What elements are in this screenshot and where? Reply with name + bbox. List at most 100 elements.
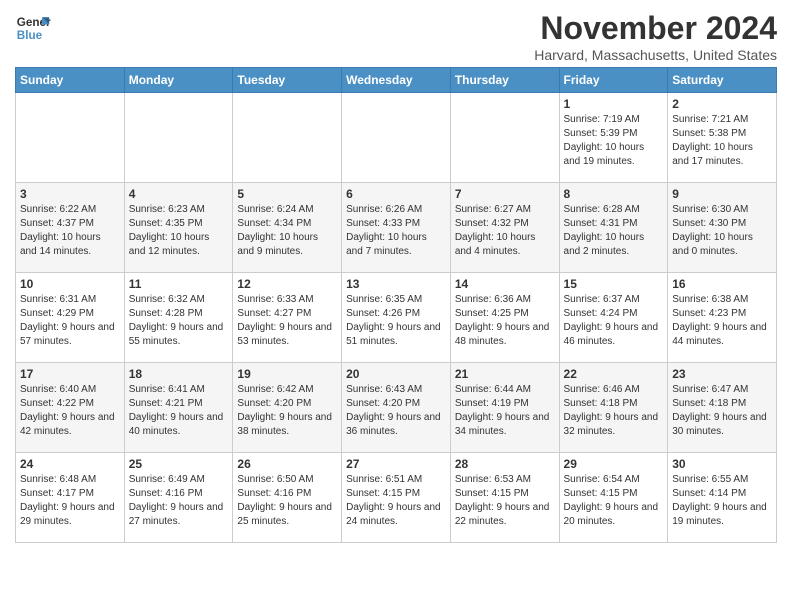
- calendar-cell: 5 Sunrise: 6:24 AM Sunset: 4:34 PM Daylig…: [233, 183, 342, 273]
- logo: General Blue: [15, 10, 51, 46]
- day-number: 24: [20, 457, 120, 471]
- day-number: 11: [129, 277, 229, 291]
- day-info: Sunrise: 6:53 AM Sunset: 4:15 PM Dayligh…: [455, 473, 555, 529]
- day-info: Sunrise: 6:50 AM Sunset: 4:16 PM Dayligh…: [237, 473, 337, 529]
- calendar-cell: 15 Sunrise: 6:37 AM Sunset: 4:24 PM Dayli…: [559, 273, 668, 363]
- day-info: Sunrise: 6:24 AM Sunset: 4:34 PM Dayligh…: [237, 203, 337, 259]
- day-info: Sunrise: 7:19 AM Sunset: 5:39 PM Dayligh…: [564, 113, 664, 169]
- day-info: Sunrise: 6:23 AM Sunset: 4:35 PM Dayligh…: [129, 203, 229, 259]
- day-number: 8: [564, 187, 664, 201]
- calendar-cell: 19Sunrise: 6:42 AM Sunset: 4:20 PM Dayli…: [233, 363, 342, 453]
- day-number: 13: [346, 277, 446, 291]
- calendar-cell: [124, 93, 233, 183]
- header-tuesday: Tuesday: [233, 68, 342, 93]
- day-number: 16: [672, 277, 772, 291]
- day-info: Sunrise: 7:21 AM Sunset: 5:38 PM Dayligh…: [672, 113, 772, 169]
- calendar-cell: 12 Sunrise: 6:33 AM Sunset: 4:27 PM Dayli…: [233, 273, 342, 363]
- day-number: 3: [20, 187, 120, 201]
- calendar-cell: 25 Sunrise: 6:49 AM Sunset: 4:16 PM Dayli…: [124, 453, 233, 543]
- day-number: 2: [672, 97, 772, 111]
- location-title: Harvard, Massachusetts, United States: [534, 47, 777, 63]
- calendar-cell: 26 Sunrise: 6:50 AM Sunset: 4:16 PM Dayli…: [233, 453, 342, 543]
- day-number: 15: [564, 277, 664, 291]
- header-thursday: Thursday: [450, 68, 559, 93]
- day-info: Sunrise: 6:30 AM Sunset: 4:30 PM Dayligh…: [672, 203, 772, 259]
- header-row: Sunday Monday Tuesday Wednesday Thursday…: [16, 68, 777, 93]
- calendar-cell: 21 Sunrise: 6:44 AM Sunset: 4:19 PM Dayli…: [450, 363, 559, 453]
- header-wednesday: Wednesday: [342, 68, 451, 93]
- day-info: Sunrise: 6:51 AM Sunset: 4:15 PM Dayligh…: [346, 473, 446, 529]
- calendar-cell: 14 Sunrise: 6:36 AM Sunset: 4:25 PM Dayli…: [450, 273, 559, 363]
- day-number: 14: [455, 277, 555, 291]
- day-info: Sunrise: 6:35 AM Sunset: 4:26 PM Dayligh…: [346, 293, 446, 349]
- day-number: 26: [237, 457, 337, 471]
- calendar-cell: 18Sunrise: 6:41 AM Sunset: 4:21 PM Dayli…: [124, 363, 233, 453]
- calendar-cell: 11 Sunrise: 6:32 AM Sunset: 4:28 PM Dayli…: [124, 273, 233, 363]
- svg-text:Blue: Blue: [17, 29, 43, 42]
- calendar-cell: 7Sunrise: 6:27 AM Sunset: 4:32 PM Daylig…: [450, 183, 559, 273]
- day-number: 10: [20, 277, 120, 291]
- day-info: Sunrise: 6:46 AM Sunset: 4:18 PM Dayligh…: [564, 383, 664, 439]
- calendar-cell: 23Sunrise: 6:47 AM Sunset: 4:18 PM Dayli…: [668, 363, 777, 453]
- day-info: Sunrise: 6:31 AM Sunset: 4:29 PM Dayligh…: [20, 293, 120, 349]
- day-number: 21: [455, 367, 555, 381]
- day-number: 7: [455, 187, 555, 201]
- title-block: November 2024 Harvard, Massachusetts, Un…: [534, 10, 777, 63]
- day-info: Sunrise: 6:32 AM Sunset: 4:28 PM Dayligh…: [129, 293, 229, 349]
- page-header: General Blue November 2024 Harvard, Mass…: [15, 10, 777, 63]
- day-number: 25: [129, 457, 229, 471]
- calendar-cell: 1 Sunrise: 7:19 AM Sunset: 5:39 PM Daylig…: [559, 93, 668, 183]
- calendar-cell: 17 Sunrise: 6:40 AM Sunset: 4:22 PM Dayli…: [16, 363, 125, 453]
- calendar-cell: 27 Sunrise: 6:51 AM Sunset: 4:15 PM Dayli…: [342, 453, 451, 543]
- day-info: Sunrise: 6:41 AM Sunset: 4:21 PM Dayligh…: [129, 383, 229, 439]
- header-sunday: Sunday: [16, 68, 125, 93]
- day-number: 30: [672, 457, 772, 471]
- calendar-week-3: 10 Sunrise: 6:31 AM Sunset: 4:29 PM Dayli…: [16, 273, 777, 363]
- day-info: Sunrise: 6:48 AM Sunset: 4:17 PM Dayligh…: [20, 473, 120, 529]
- calendar-cell: [16, 93, 125, 183]
- day-number: 22: [564, 367, 664, 381]
- calendar-cell: 13 Sunrise: 6:35 AM Sunset: 4:26 PM Dayli…: [342, 273, 451, 363]
- day-info: Sunrise: 6:54 AM Sunset: 4:15 PM Dayligh…: [564, 473, 664, 529]
- day-info: Sunrise: 6:49 AM Sunset: 4:16 PM Dayligh…: [129, 473, 229, 529]
- calendar-header: Sunday Monday Tuesday Wednesday Thursday…: [16, 68, 777, 93]
- day-info: Sunrise: 6:22 AM Sunset: 4:37 PM Dayligh…: [20, 203, 120, 259]
- calendar-cell: [233, 93, 342, 183]
- day-info: Sunrise: 6:33 AM Sunset: 4:27 PM Dayligh…: [237, 293, 337, 349]
- day-number: 17: [20, 367, 120, 381]
- calendar-cell: 6Sunrise: 6:26 AM Sunset: 4:33 PM Daylig…: [342, 183, 451, 273]
- calendar-cell: 22 Sunrise: 6:46 AM Sunset: 4:18 PM Dayli…: [559, 363, 668, 453]
- day-info: Sunrise: 6:55 AM Sunset: 4:14 PM Dayligh…: [672, 473, 772, 529]
- day-info: Sunrise: 6:26 AM Sunset: 4:33 PM Dayligh…: [346, 203, 446, 259]
- calendar-cell: 24 Sunrise: 6:48 AM Sunset: 4:17 PM Dayli…: [16, 453, 125, 543]
- day-info: Sunrise: 6:44 AM Sunset: 4:19 PM Dayligh…: [455, 383, 555, 439]
- calendar-cell: [450, 93, 559, 183]
- header-friday: Friday: [559, 68, 668, 93]
- calendar-cell: 9Sunrise: 6:30 AM Sunset: 4:30 PM Daylig…: [668, 183, 777, 273]
- calendar-cell: 16Sunrise: 6:38 AM Sunset: 4:23 PM Dayli…: [668, 273, 777, 363]
- calendar-cell: 30 Sunrise: 6:55 AM Sunset: 4:14 PM Dayli…: [668, 453, 777, 543]
- calendar-cell: 4 Sunrise: 6:23 AM Sunset: 4:35 PM Daylig…: [124, 183, 233, 273]
- day-number: 27: [346, 457, 446, 471]
- calendar-cell: [342, 93, 451, 183]
- day-info: Sunrise: 6:37 AM Sunset: 4:24 PM Dayligh…: [564, 293, 664, 349]
- day-number: 23: [672, 367, 772, 381]
- day-number: 4: [129, 187, 229, 201]
- day-number: 28: [455, 457, 555, 471]
- day-number: 1: [564, 97, 664, 111]
- calendar-week-1: 1 Sunrise: 7:19 AM Sunset: 5:39 PM Daylig…: [16, 93, 777, 183]
- day-number: 20: [346, 367, 446, 381]
- day-number: 12: [237, 277, 337, 291]
- calendar-week-5: 24 Sunrise: 6:48 AM Sunset: 4:17 PM Dayli…: [16, 453, 777, 543]
- header-saturday: Saturday: [668, 68, 777, 93]
- day-info: Sunrise: 6:36 AM Sunset: 4:25 PM Dayligh…: [455, 293, 555, 349]
- header-monday: Monday: [124, 68, 233, 93]
- calendar-cell: 29Sunrise: 6:54 AM Sunset: 4:15 PM Dayli…: [559, 453, 668, 543]
- day-number: 19: [237, 367, 337, 381]
- day-info: Sunrise: 6:28 AM Sunset: 4:31 PM Dayligh…: [564, 203, 664, 259]
- calendar-cell: 20 Sunrise: 6:43 AM Sunset: 4:20 PM Dayli…: [342, 363, 451, 453]
- day-number: 5: [237, 187, 337, 201]
- day-info: Sunrise: 6:40 AM Sunset: 4:22 PM Dayligh…: [20, 383, 120, 439]
- day-info: Sunrise: 6:43 AM Sunset: 4:20 PM Dayligh…: [346, 383, 446, 439]
- logo-icon: General Blue: [15, 10, 51, 46]
